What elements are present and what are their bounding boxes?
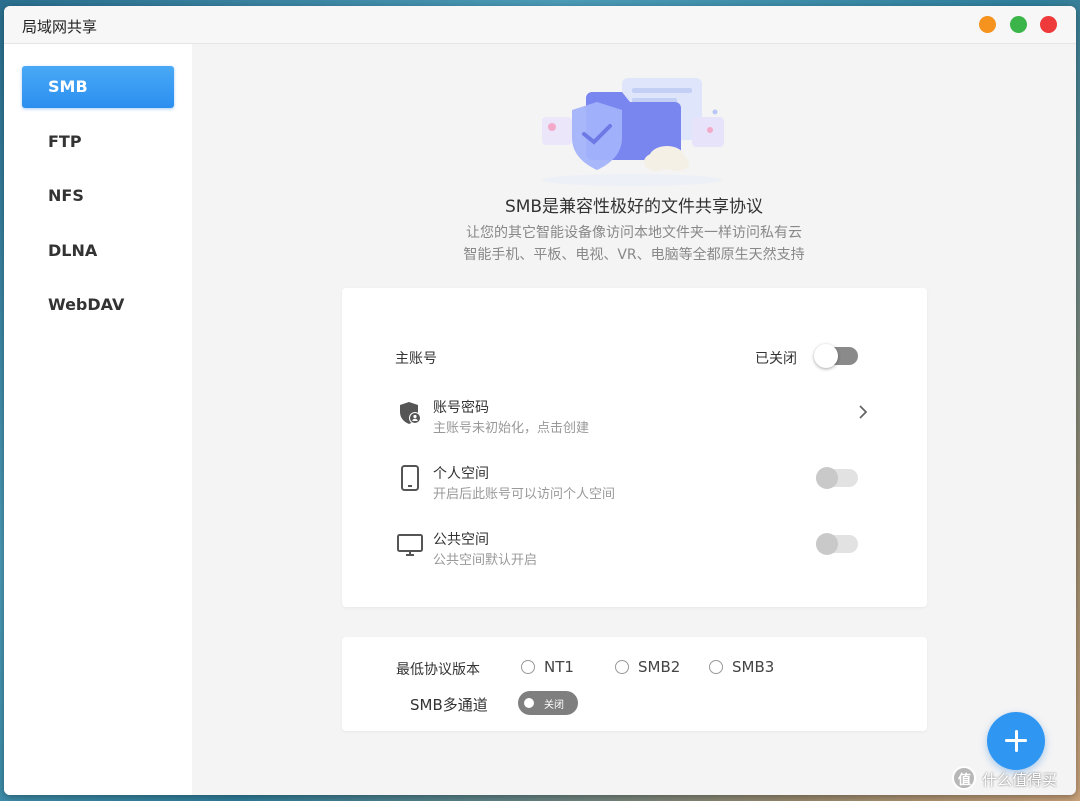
monitor-icon: [397, 534, 423, 556]
toggle-knob: [816, 467, 838, 489]
watermark-glyph: 值: [958, 773, 972, 788]
sidebar-item-nfs[interactable]: NFS: [22, 175, 174, 217]
hero-subtitle-line1: 让您的其它智能设备像访问本地文件夹一样访问私有云: [466, 225, 802, 241]
site-watermark: 值 什么值得买: [952, 766, 1076, 792]
radio-label-nt1[interactable]: NT1: [544, 658, 574, 676]
main-panel: SMB是兼容性极好的文件共享协议 让您的其它智能设备像访问本地文件夹一样访问私有…: [192, 44, 1076, 795]
hero-subtitle-line2: 智能手机、平板、电视、VR、电脑等全都原生天然支持: [463, 247, 805, 263]
phone-icon: [401, 465, 419, 491]
sidebar: SMB FTP NFS DLNA WebDAV: [4, 44, 192, 795]
radio-smb3[interactable]: [709, 660, 723, 674]
add-button[interactable]: [987, 712, 1045, 770]
main-account-status: 已关闭: [755, 351, 797, 367]
multichannel-label: SMB多通道: [410, 696, 488, 714]
multichannel-toggle[interactable]: 关闭: [518, 691, 578, 715]
row-title: 账号密码: [433, 400, 489, 416]
personal-space-toggle[interactable]: [816, 467, 858, 489]
row-subtitle: 公共空间默认开启: [433, 553, 538, 568]
app-window: 局域网共享 SMB FTP NFS DLNA WebDAV SMB是兼容性极好的…: [4, 6, 1076, 795]
row-subtitle: 开启后此账号可以访问个人空间: [433, 487, 616, 502]
watermark-text: 什么值得买: [982, 771, 1058, 789]
radio-nt1[interactable]: [521, 660, 535, 674]
watermark-logo-icon: 值: [952, 766, 976, 790]
sidebar-item-webdav[interactable]: WebDAV: [22, 284, 174, 326]
main-account-toggle[interactable]: [814, 344, 858, 368]
sidebar-item-dlna[interactable]: DLNA: [22, 230, 174, 272]
radio-label-smb3[interactable]: SMB3: [732, 658, 774, 676]
radio-label-smb2[interactable]: SMB2: [638, 658, 680, 676]
toggle-knob: [814, 344, 838, 368]
close-button[interactable]: [1040, 16, 1057, 33]
minimize-button[interactable]: [979, 16, 996, 33]
toggle-knob: [816, 533, 838, 555]
public-space-toggle[interactable]: [816, 533, 858, 555]
toggle-knob: [524, 698, 534, 708]
plus-icon-vertical: [1014, 730, 1018, 752]
sidebar-item-smb[interactable]: SMB: [22, 66, 174, 108]
min-protocol-label: 最低协议版本: [396, 662, 480, 678]
row-title: 个人空间: [433, 466, 489, 482]
account-settings-card: 主账号 已关闭 账号密码 主账号未初始化，点击创建 个人空间 开启后此账号可以访…: [342, 288, 927, 607]
title-bar: 局域网共享: [4, 6, 1076, 44]
row-title: 公共空间: [433, 532, 489, 548]
row-subtitle: 主账号未初始化，点击创建: [433, 421, 590, 436]
maximize-button[interactable]: [1010, 16, 1027, 33]
radio-smb2[interactable]: [615, 660, 629, 674]
multichannel-status: 关闭: [544, 700, 564, 711]
main-account-label: 主账号: [395, 351, 437, 367]
app-title: 局域网共享: [22, 18, 98, 36]
protocol-settings-card: 最低协议版本 NT1 SMB2 SMB3 SMB多通道 关闭: [342, 637, 927, 731]
shield-user-icon: [400, 402, 421, 424]
chevron-right-icon: [859, 405, 868, 419]
sidebar-item-ftp[interactable]: FTP: [22, 121, 174, 163]
file-sharing-illustration: [542, 78, 724, 186]
hero-title: SMB是兼容性极好的文件共享协议: [504, 197, 764, 217]
